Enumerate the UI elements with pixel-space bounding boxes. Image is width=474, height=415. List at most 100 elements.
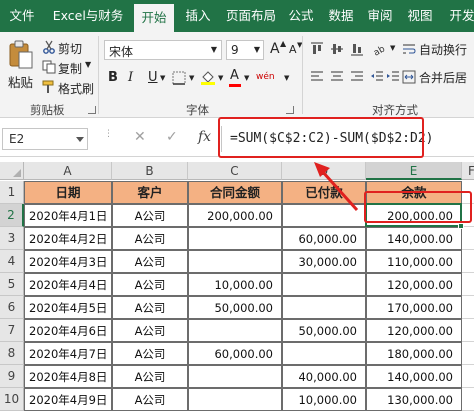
cell-a3[interactable]: 2020年4月2日: [24, 227, 112, 250]
clipboard-launcher-icon[interactable]: [88, 106, 96, 114]
underline-dropdown-icon[interactable]: ▼: [160, 74, 165, 82]
cell-c3[interactable]: [188, 227, 282, 250]
cell-c4[interactable]: [188, 250, 282, 273]
copy-button[interactable]: 复制: [58, 60, 82, 77]
cell-f6[interactable]: [462, 296, 474, 319]
align-bottom-icon[interactable]: [350, 42, 364, 56]
cell-b2[interactable]: A公司: [112, 204, 188, 227]
row-header-6[interactable]: 6: [0, 296, 24, 319]
cell-b10[interactable]: A公司: [112, 388, 188, 411]
row-header-4[interactable]: 4: [0, 250, 24, 273]
cell-a10[interactable]: 2020年4月9日: [24, 388, 112, 411]
header-cell-c[interactable]: 合同金额: [188, 181, 282, 204]
cell-f5[interactable]: [462, 273, 474, 296]
tab-9[interactable]: 视图: [400, 0, 440, 32]
wrap-text-button[interactable]: 自动换行: [419, 41, 467, 58]
insert-function-icon[interactable]: fx: [198, 129, 211, 145]
enter-icon[interactable]: ✓: [166, 129, 178, 145]
row-header-5[interactable]: 5: [0, 273, 24, 296]
cell-d4[interactable]: 30,000.00: [282, 250, 366, 273]
cell-f4[interactable]: [462, 250, 474, 273]
cell-c6[interactable]: 50,000.00: [188, 296, 282, 319]
cell-c5[interactable]: 10,000.00: [188, 273, 282, 296]
phonetic-dropdown-icon[interactable]: ▼: [284, 74, 289, 82]
cell-d2[interactable]: [282, 204, 366, 227]
cell-b5[interactable]: A公司: [112, 273, 188, 296]
tab-10[interactable]: 开发: [442, 0, 474, 32]
cell-e3[interactable]: 140,000.00: [366, 227, 462, 250]
row-header-2[interactable]: 2: [0, 204, 24, 227]
cell-f8[interactable]: [462, 342, 474, 365]
italic-button[interactable]: I: [128, 70, 133, 85]
cell-c8[interactable]: 60,000.00: [188, 342, 282, 365]
header-cell-d[interactable]: 已付款: [282, 181, 366, 204]
select-all-corner[interactable]: [0, 162, 24, 180]
cell-e6[interactable]: 170,000.00: [366, 296, 462, 319]
cell-a2[interactable]: 2020年4月1日: [24, 204, 112, 227]
cell-c9[interactable]: [188, 365, 282, 388]
borders-icon[interactable]: [172, 71, 186, 85]
phonetic-button[interactable]: wén: [256, 72, 275, 82]
column-header-b[interactable]: B: [112, 162, 188, 180]
font-name-select[interactable]: 宋体 ▼: [104, 40, 222, 60]
cell-b6[interactable]: A公司: [112, 296, 188, 319]
paste-button[interactable]: 粘贴: [8, 72, 33, 91]
font-color-dropdown-icon[interactable]: ▼: [244, 74, 249, 82]
paste-icon[interactable]: [8, 40, 34, 70]
column-header-a[interactable]: A: [24, 162, 112, 180]
cell-b9[interactable]: A公司: [112, 365, 188, 388]
row-header-1[interactable]: 1: [0, 181, 24, 204]
fill-dropdown-icon[interactable]: ▼: [218, 74, 223, 82]
cell-f7[interactable]: [462, 319, 474, 342]
cell-f3[interactable]: [462, 227, 474, 250]
cell-e7[interactable]: 120,000.00: [366, 319, 462, 342]
cell-a5[interactable]: 2020年4月4日: [24, 273, 112, 296]
merge-center-button[interactable]: 合并后居: [419, 69, 467, 86]
fill-handle[interactable]: [458, 223, 464, 229]
tab-3[interactable]: 开始: [134, 4, 174, 32]
cell-e5[interactable]: 120,000.00: [366, 273, 462, 296]
row-header-8[interactable]: 8: [0, 342, 24, 365]
cell-b4[interactable]: A公司: [112, 250, 188, 273]
cell-a9[interactable]: 2020年4月8日: [24, 365, 112, 388]
cell-d9[interactable]: 40,000.00: [282, 365, 366, 388]
borders-dropdown-icon[interactable]: ▼: [189, 74, 194, 82]
tab-6[interactable]: 公式: [282, 0, 320, 32]
grow-font-button[interactable]: A: [270, 41, 280, 57]
font-size-select[interactable]: 9 ▼: [226, 40, 264, 60]
row-header-9[interactable]: 9: [0, 365, 24, 388]
column-header-f[interactable]: F: [462, 162, 474, 180]
fill-color-icon[interactable]: [200, 69, 216, 85]
cell-e10[interactable]: 130,000.00: [366, 388, 462, 411]
row-header-10[interactable]: 10: [0, 388, 24, 411]
font-color-button[interactable]: A: [230, 68, 239, 83]
row-header-7[interactable]: 7: [0, 319, 24, 342]
shrink-font-button[interactable]: A: [289, 43, 297, 56]
tab-2[interactable]: Excel与财务: [44, 0, 132, 32]
font-launcher-icon[interactable]: [286, 106, 294, 114]
cell-c7[interactable]: [188, 319, 282, 342]
cell-a6[interactable]: 2020年4月5日: [24, 296, 112, 319]
underline-button[interactable]: U: [148, 70, 158, 85]
tab-7[interactable]: 数据: [322, 0, 360, 32]
tab-4[interactable]: 插入: [176, 0, 220, 32]
align-left-icon[interactable]: [310, 70, 324, 84]
column-header-d[interactable]: D: [282, 162, 366, 180]
orientation-icon[interactable]: ab: [372, 42, 388, 56]
cell-d7[interactable]: 50,000.00: [282, 319, 366, 342]
cell-d3[interactable]: 60,000.00: [282, 227, 366, 250]
cell-a7[interactable]: 2020年4月6日: [24, 319, 112, 342]
cell-e4[interactable]: 110,000.00: [366, 250, 462, 273]
copy-dropdown-icon[interactable]: ▼: [85, 60, 91, 69]
cell-a8[interactable]: 2020年4月7日: [24, 342, 112, 365]
name-box-dropdown-icon[interactable]: [76, 137, 84, 142]
cell-b8[interactable]: A公司: [112, 342, 188, 365]
cell-d5[interactable]: [282, 273, 366, 296]
cell-b3[interactable]: A公司: [112, 227, 188, 250]
cell-c10[interactable]: [188, 388, 282, 411]
cell-e9[interactable]: 140,000.00: [366, 365, 462, 388]
decrease-indent-icon[interactable]: [370, 70, 384, 84]
cell-f10[interactable]: [462, 388, 474, 411]
align-top-icon[interactable]: [310, 42, 324, 56]
header-cell-a[interactable]: 日期: [24, 181, 112, 204]
